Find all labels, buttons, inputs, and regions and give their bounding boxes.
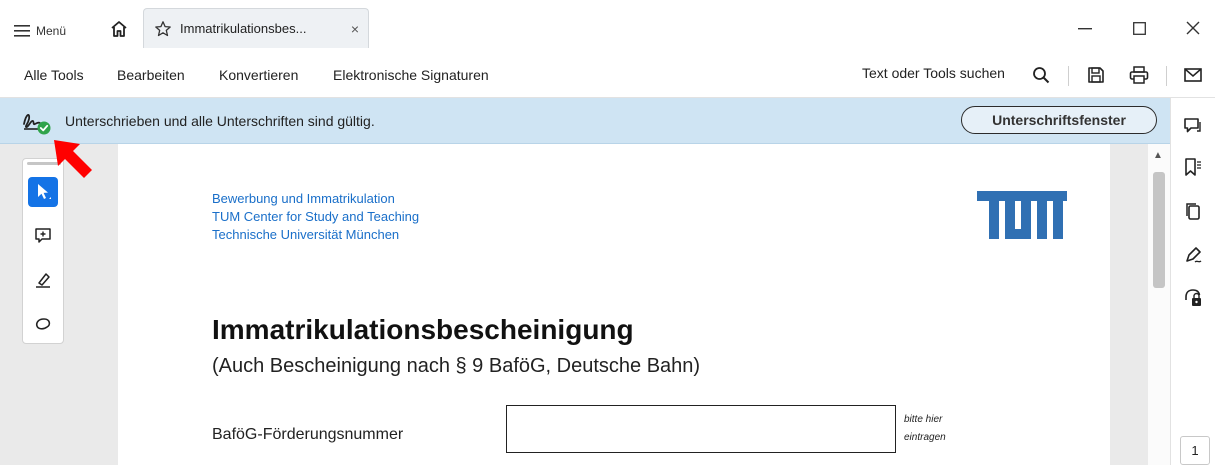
maximize-button[interactable] — [1124, 16, 1154, 40]
bookmark-button[interactable] — [1181, 155, 1205, 179]
maximize-icon — [1132, 21, 1146, 35]
print-icon — [1129, 66, 1149, 84]
home-button[interactable] — [100, 8, 138, 50]
save-icon — [1088, 67, 1104, 83]
menu-item-alle-tools[interactable]: Alle Tools — [24, 67, 84, 83]
minimize-icon — [1078, 28, 1092, 30]
comment-button[interactable] — [1181, 114, 1205, 138]
search-label[interactable]: Text oder Tools suchen — [862, 65, 1005, 81]
print-button[interactable] — [1126, 62, 1152, 88]
document-title: Immatrikulationsbescheinigung — [212, 314, 634, 345]
bafoeg-number-field[interactable] — [506, 405, 896, 453]
header-line: Technische Universität München — [212, 227, 400, 242]
signature-status-banner: Unterschrieben und alle Unterschriften s… — [0, 98, 1170, 144]
search-button[interactable] — [1028, 62, 1054, 88]
lasso-tool-button[interactable] — [28, 309, 58, 339]
document-workarea: Bewerbung und Immatrikulation TUM Center… — [0, 144, 1170, 465]
menu-label: Menü — [36, 24, 67, 38]
toolbar-divider — [1068, 66, 1069, 86]
field-hint-line: eintragen — [904, 432, 946, 443]
select-cursor-icon — [38, 184, 51, 199]
tab-close-button[interactable]: × — [342, 21, 368, 37]
mail-button[interactable] — [1180, 62, 1206, 88]
field-hint-line: bitte hier — [904, 414, 943, 425]
home-icon — [111, 21, 127, 37]
menu-item-konvertieren[interactable]: Konvertieren — [219, 67, 298, 83]
fill-sign-icon — [1186, 247, 1202, 263]
highlight-pen-icon — [36, 273, 50, 288]
search-icon — [1033, 67, 1050, 84]
menu-button[interactable]: Menü — [14, 20, 66, 42]
lasso-icon — [35, 318, 51, 330]
scroll-up-arrow-icon[interactable]: ▲ — [1153, 150, 1163, 161]
close-window-button[interactable] — [1178, 16, 1208, 40]
right-tool-rail — [1170, 98, 1215, 465]
add-comment-button[interactable] — [28, 221, 58, 251]
menu-item-bearbeiten[interactable]: Bearbeiten — [117, 67, 185, 83]
quick-tools-palette — [22, 158, 64, 344]
bafoeg-field-label: BaföG-Förderungsnummer — [212, 426, 404, 443]
pages-button[interactable] — [1181, 199, 1205, 223]
tab-label: Immatrikulationsbes... — [180, 21, 307, 36]
menu-item-elektronische-signaturen[interactable]: Elektronische Signaturen — [333, 67, 489, 83]
scrollbar-thumb[interactable] — [1153, 172, 1165, 288]
main-toolbar: Alle Tools Bearbeiten Konvertieren Elekt… — [0, 56, 1215, 98]
title-bar: Menü Immatrikulationsbes... × — [0, 0, 1215, 56]
document-tab[interactable]: Immatrikulationsbes... × — [143, 8, 369, 48]
minimize-button[interactable] — [1070, 16, 1100, 40]
document-page: Bewerbung und Immatrikulation TUM Center… — [118, 144, 1110, 465]
signature-panel-button[interactable]: Unterschriftsfenster — [961, 106, 1157, 134]
highlight-tool-button[interactable] — [28, 265, 58, 295]
protect-button[interactable] — [1181, 286, 1205, 310]
tum-logo — [977, 191, 1067, 239]
page-number-indicator[interactable]: 1 — [1180, 436, 1210, 465]
protect-icon — [1185, 289, 1201, 306]
field-hint: bitte hier eintragen — [904, 411, 946, 447]
bookmark-icon — [1185, 158, 1201, 176]
vertical-scrollbar[interactable]: ▲ — [1148, 144, 1170, 465]
document-header: Bewerbung und Immatrikulation TUM Center… — [212, 190, 419, 244]
document-subtitle: (Auch Bescheinigung nach § 9 BaföG, Deut… — [212, 355, 701, 377]
star-icon[interactable] — [154, 20, 172, 38]
header-line: TUM Center for Study and Teaching — [212, 209, 420, 224]
hamburger-icon — [14, 25, 30, 37]
annotation-arrow-icon — [54, 140, 92, 178]
save-button[interactable] — [1083, 62, 1109, 88]
fill-sign-button[interactable] — [1181, 243, 1205, 267]
toolbar-divider — [1166, 66, 1167, 86]
pages-icon — [1186, 203, 1200, 220]
close-icon — [1186, 21, 1200, 35]
add-comment-icon — [35, 228, 51, 243]
signature-status-text: Unterschrieben und alle Unterschriften s… — [65, 113, 375, 129]
header-line: Bewerbung und Immatrikulation — [212, 191, 395, 206]
comment-icon — [1184, 118, 1201, 133]
mail-icon — [1184, 68, 1202, 82]
